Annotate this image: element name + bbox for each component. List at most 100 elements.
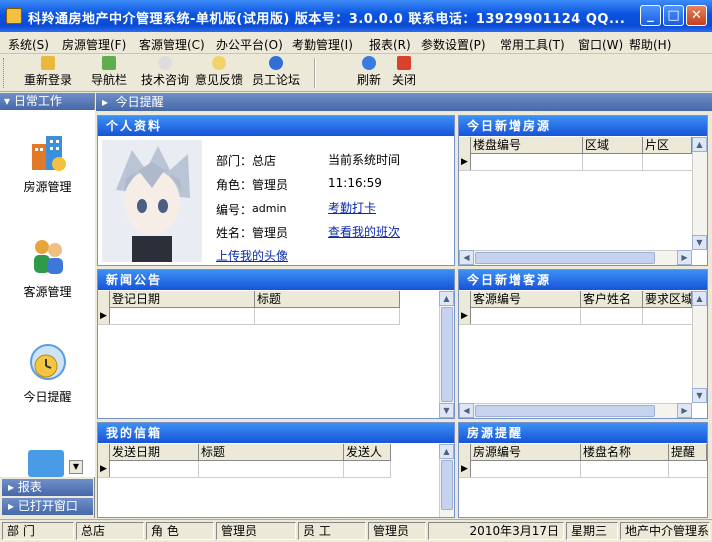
column-header[interactable]: 标题 (199, 444, 344, 461)
new-houses-grid[interactable]: 楼盘编号 区域 片区 ▶ ▲ ▼ ◀ ▶ (459, 137, 707, 265)
grid-header: 房源编号 楼盘名称 提醒 (459, 444, 707, 461)
tech-support-button[interactable]: 技术咨询 (141, 56, 189, 88)
upload-avatar-link[interactable]: 上传我的头像 (216, 247, 288, 264)
scroll-up-button[interactable]: ▲ (692, 291, 707, 306)
column-header[interactable]: 区域 (583, 137, 643, 154)
dept-value: 总店 (252, 154, 277, 168)
sidebar-item-reminder-label: 今日提醒 (23, 390, 72, 404)
toolbar-grip[interactable] (3, 58, 6, 88)
grid-header-indicator (459, 291, 471, 308)
menu-settings[interactable]: 参数设置(P) (421, 36, 486, 53)
scroll-thumb[interactable] (475, 252, 655, 264)
status-app: 地产中介管理系 (620, 522, 710, 540)
feedback-button[interactable]: 意见反馈 (195, 56, 243, 88)
sidebar-header[interactable]: ▾ 日常工作 (0, 93, 94, 110)
new-clients-grid[interactable]: 客源编号 客户姓名 要求区域 ▶ ▲ ▼ ◀ ▶ (459, 291, 707, 418)
scroll-right-button[interactable]: ▶ (677, 403, 692, 418)
menu-attendance[interactable]: 考勤管理(I) (292, 36, 353, 53)
column-header[interactable]: 片区 (643, 137, 692, 154)
schedule-link[interactable]: 查看我的班次 (328, 223, 400, 240)
tab-label: 今日提醒 (115, 95, 164, 109)
sidebar-section-report[interactable]: ▸ 报表 (2, 479, 93, 496)
column-header[interactable]: 客户姓名 (581, 291, 643, 308)
column-header[interactable]: 客源编号 (471, 291, 581, 308)
column-header[interactable]: 标题 (255, 291, 400, 308)
sidebar-item-house[interactable]: 房源管理 (0, 130, 95, 195)
title-bar[interactable]: 科羚通房地产中介管理系统-单机版(试用版) 版本号：3.0.0.0 联系电话：1… (0, 0, 712, 32)
table-cell[interactable] (344, 461, 391, 478)
column-header[interactable]: 提醒 (669, 444, 707, 461)
vertical-scrollbar[interactable]: ▲ ▼ (692, 291, 707, 403)
menu-client[interactable]: 客源管理(C) (139, 36, 205, 53)
table-row[interactable] (459, 461, 707, 478)
column-header[interactable]: 发送人 (344, 444, 391, 461)
menu-window[interactable]: 窗口(W) (578, 36, 623, 53)
scroll-up-button[interactable]: ▲ (439, 291, 454, 306)
checkin-link[interactable]: 考勤打卡 (328, 199, 376, 216)
column-header[interactable]: 登记日期 (110, 291, 255, 308)
sidebar-item-client[interactable]: 客源管理 (0, 235, 95, 300)
people-icon (33, 240, 63, 274)
tab-today-reminder[interactable]: ▸ 今日提醒 (96, 93, 712, 111)
vertical-scrollbar[interactable]: ▲ (439, 444, 454, 517)
scroll-right-button[interactable]: ▶ (677, 250, 692, 265)
table-cell[interactable] (471, 461, 581, 478)
horizontal-scrollbar[interactable]: ◀ ▶ (459, 250, 692, 265)
scroll-down-button[interactable]: ▼ (692, 235, 707, 250)
avatar[interactable] (102, 140, 202, 262)
scroll-left-button[interactable]: ◀ (459, 250, 474, 265)
horizontal-scrollbar[interactable]: ◀ ▶ (459, 403, 692, 418)
relogin-button[interactable]: 重新登录 (24, 56, 72, 88)
table-cell[interactable] (199, 461, 344, 478)
table-cell[interactable] (110, 461, 199, 478)
menu-report[interactable]: 报表(R) (369, 36, 411, 53)
table-cell[interactable] (471, 154, 583, 171)
column-header[interactable]: 要求区域 (643, 291, 692, 308)
table-cell[interactable] (110, 308, 255, 325)
table-cell[interactable] (581, 461, 669, 478)
system-time-label: 当前系统时间 (328, 153, 401, 167)
scroll-down-button[interactable]: ▼ (692, 388, 707, 403)
scroll-thumb[interactable] (441, 460, 453, 510)
table-cell[interactable] (581, 308, 643, 325)
vertical-scrollbar[interactable]: ▲ ▼ (439, 291, 454, 418)
table-cell[interactable] (471, 308, 581, 325)
refresh-button[interactable]: 刷新 (357, 56, 381, 88)
new-houses-title: 今日新增房源 (459, 116, 707, 136)
scroll-left-button[interactable]: ◀ (459, 403, 474, 418)
sidebar-item-reminder[interactable]: 今日提醒 (0, 340, 95, 405)
table-row[interactable] (98, 461, 391, 478)
close-tool-button[interactable]: 关闭 (392, 56, 416, 88)
minimize-button[interactable]: _ (640, 5, 661, 26)
scroll-up-button[interactable]: ▲ (439, 444, 454, 459)
news-grid[interactable]: 登记日期 标题 ▶ ▲ ▼ (98, 291, 454, 418)
table-row[interactable] (459, 308, 692, 325)
table-row[interactable] (98, 308, 400, 325)
table-row[interactable] (459, 154, 692, 171)
scroll-up-button[interactable]: ▲ (692, 137, 707, 152)
menu-help[interactable]: 帮助(H) (629, 36, 671, 53)
column-header[interactable]: 发送日期 (110, 444, 199, 461)
forum-button[interactable]: 员工论坛 (252, 56, 300, 88)
system-time-value: 11:16:59 (328, 176, 382, 190)
close-window-button[interactable]: ✕ (686, 5, 707, 26)
table-cell[interactable] (583, 154, 643, 171)
mailbox-grid[interactable]: 发送日期 标题 发送人 ▶ ▲ (98, 444, 454, 517)
scroll-thumb[interactable] (475, 405, 655, 417)
menu-system[interactable]: 系统(S) (8, 36, 49, 53)
navbar-button[interactable]: 导航栏 (91, 56, 127, 88)
scroll-thumb[interactable] (441, 307, 453, 402)
column-header[interactable]: 房源编号 (471, 444, 581, 461)
table-cell[interactable] (255, 308, 400, 325)
column-header[interactable]: 楼盘编号 (471, 137, 583, 154)
scroll-down-button[interactable]: ▼ (439, 403, 454, 418)
vertical-scrollbar[interactable]: ▲ ▼ (692, 137, 707, 250)
nav-scroll-down[interactable]: ▼ (69, 460, 83, 474)
maximize-button[interactable]: □ (663, 5, 684, 26)
menu-office[interactable]: 办公平台(O) (216, 36, 283, 53)
menu-tools[interactable]: 常用工具(T) (500, 36, 565, 53)
house-reminders-grid[interactable]: 房源编号 楼盘名称 提醒 ▶ (459, 444, 707, 517)
sidebar-section-open-windows[interactable]: ▸ 已打开窗口 (2, 498, 93, 515)
column-header[interactable]: 楼盘名称 (581, 444, 669, 461)
menu-house[interactable]: 房源管理(F) (62, 36, 126, 53)
